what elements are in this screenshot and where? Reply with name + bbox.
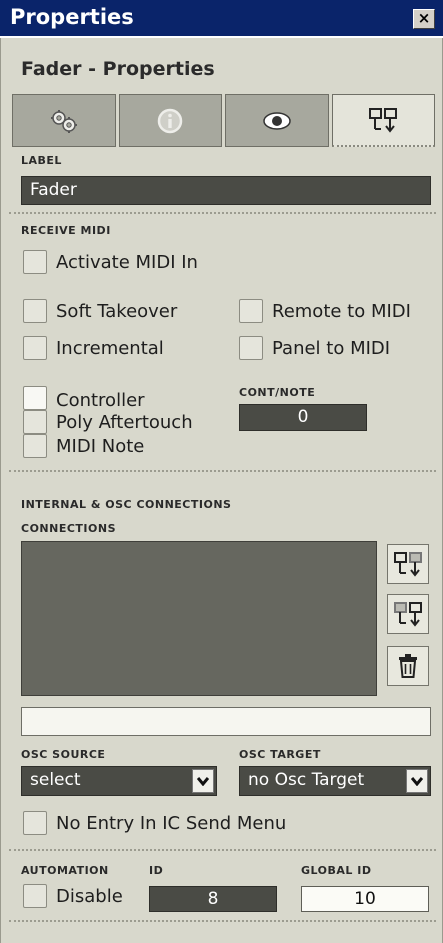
checkbox-box[interactable] (239, 336, 263, 360)
chevron-down-icon (197, 777, 209, 786)
connections-icon (369, 108, 398, 133)
checkbox-label: Disable (56, 885, 123, 907)
radio-label: Controller (56, 390, 145, 411)
activate-midi-checkbox[interactable]: Activate MIDI In (23, 250, 198, 274)
divider (9, 849, 436, 851)
checkbox-label: Soft Takeover (56, 300, 178, 322)
connection-text-input[interactable] (21, 707, 431, 736)
checkbox-box[interactable] (239, 299, 263, 323)
poly-aftertouch-radio[interactable]: Poly Aftertouch (23, 410, 193, 434)
checkbox-label: Panel to MIDI (272, 337, 391, 359)
receive-midi-caption: RECEIVE MIDI (21, 224, 111, 237)
connections-list[interactable] (21, 541, 377, 696)
add-connection-button[interactable] (387, 544, 429, 584)
incremental-checkbox[interactable]: Incremental (23, 336, 164, 360)
radio-label: Poly Aftertouch (56, 411, 193, 433)
eye-icon (263, 111, 291, 130)
checkbox-box[interactable] (23, 299, 47, 323)
no-entry-ic-send-checkbox[interactable]: No Entry In IC Send Menu (23, 811, 286, 835)
automation-disable-checkbox[interactable]: Disable (23, 884, 123, 908)
checkbox-label: Incremental (56, 337, 164, 359)
osc-source-caption: OSC SOURCE (21, 748, 106, 761)
radio-box[interactable] (23, 410, 47, 434)
radio-label: MIDI Note (56, 435, 145, 457)
tab-view[interactable] (225, 94, 329, 147)
trash-icon (399, 654, 417, 678)
properties-panel: Fader - Properties LABEL Fader RECEIVE M… (0, 38, 443, 943)
tab-connections[interactable] (331, 94, 435, 147)
add-connection-icon (394, 552, 422, 577)
checkbox-box[interactable] (23, 811, 47, 835)
label-field[interactable]: Fader (21, 176, 431, 205)
osc-target-value: no Osc Target (248, 770, 365, 790)
checkbox-label: Activate MIDI In (56, 251, 198, 273)
panel-to-midi-checkbox[interactable]: Panel to MIDI (239, 336, 390, 360)
delete-connection-button[interactable] (387, 646, 429, 686)
global-id-field[interactable]: 10 (301, 886, 429, 912)
osc-source-value: select (30, 770, 81, 790)
dropdown-arrow[interactable] (192, 769, 214, 793)
edit-connection-button[interactable] (387, 594, 429, 634)
checkbox-box[interactable] (23, 336, 47, 360)
info-icon (158, 108, 183, 133)
soft-takeover-checkbox[interactable]: Soft Takeover (23, 299, 177, 323)
osc-target-select[interactable]: no Osc Target (239, 766, 431, 796)
dropdown-arrow[interactable] (406, 769, 428, 793)
midi-note-radio[interactable]: MIDI Note (23, 434, 144, 458)
close-button[interactable]: × (413, 9, 435, 29)
connections-caption: CONNECTIONS (21, 522, 116, 535)
automation-caption: AUTOMATION (21, 864, 109, 877)
gears-icon (50, 109, 77, 133)
divider (9, 212, 436, 214)
checkbox-box[interactable] (23, 250, 47, 274)
cont-note-field[interactable]: 0 (239, 404, 367, 431)
global-id-caption: GLOBAL ID (301, 864, 372, 877)
id-field[interactable]: 8 (149, 886, 277, 912)
panel-heading: Fader - Properties (21, 58, 215, 80)
checkbox-label: Remote to MIDI (272, 300, 411, 322)
osc-target-caption: OSC TARGET (239, 748, 321, 761)
radio-box[interactable] (23, 434, 47, 458)
remote-to-midi-checkbox[interactable]: Remote to MIDI (239, 299, 411, 323)
divider (9, 920, 436, 922)
controller-radio[interactable]: Controller (23, 384, 145, 411)
edit-connection-icon (394, 602, 422, 627)
cont-note-caption: CONT/NOTE (239, 386, 316, 399)
radio-box[interactable] (23, 385, 47, 410)
window-title: Properties (10, 5, 134, 29)
title-bar: Properties × (0, 0, 443, 38)
internal-osc-caption: INTERNAL & OSC CONNECTIONS (21, 498, 232, 511)
label-caption: LABEL (21, 154, 62, 167)
osc-source-select[interactable]: select (21, 766, 217, 796)
tab-bar (12, 94, 435, 149)
close-icon: × (417, 9, 431, 27)
id-caption: ID (149, 864, 164, 877)
checkbox-label: No Entry In IC Send Menu (56, 812, 287, 834)
tab-general[interactable] (12, 94, 116, 147)
tab-info[interactable] (118, 94, 222, 147)
checkbox-box[interactable] (23, 884, 47, 908)
chevron-down-icon (411, 777, 423, 786)
divider (9, 470, 436, 472)
